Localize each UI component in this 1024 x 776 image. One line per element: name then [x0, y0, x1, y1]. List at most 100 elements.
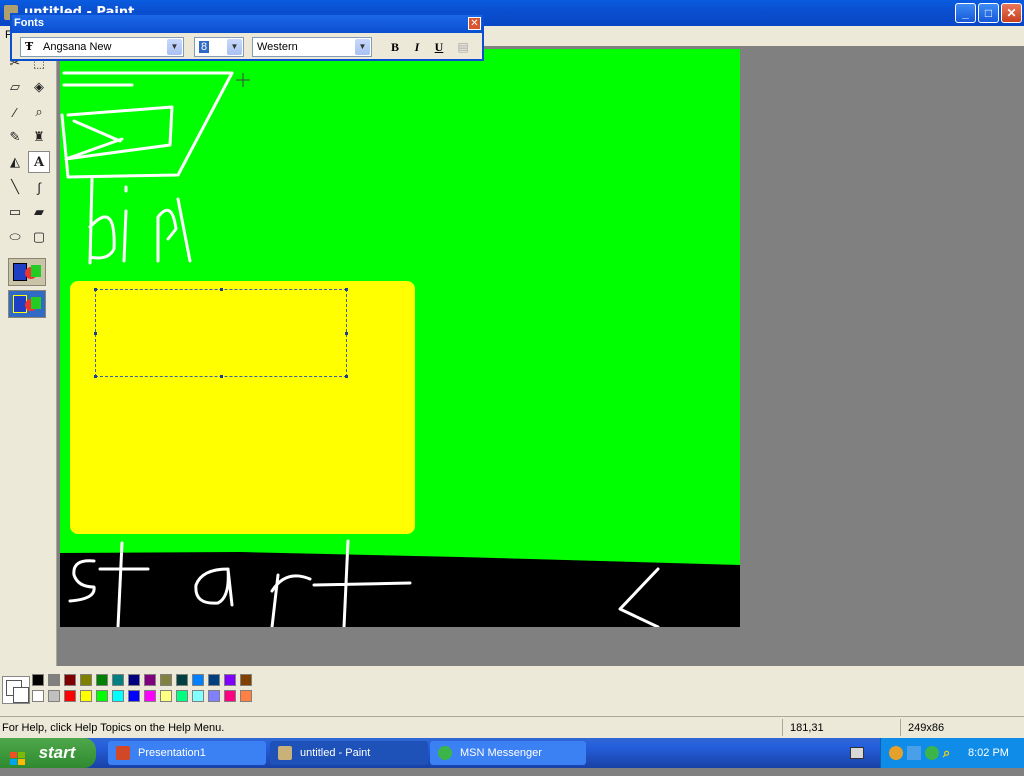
- fill-bucket-icon[interactable]: ◈: [28, 76, 50, 98]
- powerpoint-icon: [116, 746, 130, 760]
- recycle-bin-drawing: [60, 71, 234, 179]
- crosshair-cursor-icon: [236, 73, 250, 87]
- font-name-value: Angsana New: [43, 41, 112, 53]
- color-picker-icon[interactable]: ⁄: [4, 101, 26, 123]
- task-presentation1[interactable]: Presentation1: [108, 741, 266, 765]
- drawing-canvas[interactable]: [60, 49, 740, 627]
- bold-button[interactable]: B: [386, 39, 404, 55]
- status-coordinates: 181,31: [790, 722, 824, 734]
- polygon-icon[interactable]: ▰: [28, 201, 50, 223]
- color-swatch[interactable]: [64, 674, 76, 686]
- task-label: untitled - Paint: [300, 747, 371, 759]
- underline-button[interactable]: U: [430, 39, 448, 55]
- magnifier-icon[interactable]: ⌕: [28, 101, 50, 123]
- color-swatch[interactable]: [64, 690, 76, 702]
- color-swatch[interactable]: [240, 674, 252, 686]
- script-select[interactable]: Western ▼: [252, 37, 372, 57]
- paint-icon: [278, 746, 292, 760]
- search-icon[interactable]: ⌕: [943, 746, 957, 760]
- italic-button[interactable]: I: [408, 39, 426, 55]
- transparent-background-option[interactable]: [8, 290, 46, 318]
- color-swatch[interactable]: [144, 674, 156, 686]
- resize-handle[interactable]: [220, 375, 223, 378]
- resize-handle[interactable]: [220, 288, 223, 291]
- color-swatch[interactable]: [80, 674, 92, 686]
- font-size-select[interactable]: 8 ▼: [194, 37, 244, 57]
- resize-handle[interactable]: [345, 375, 348, 378]
- minimize-button[interactable]: _: [955, 3, 976, 23]
- resize-handle[interactable]: [94, 288, 97, 291]
- color-swatch[interactable]: [224, 674, 236, 686]
- status-selection-size: 249x86: [908, 722, 945, 734]
- rectangle-icon[interactable]: ▭: [4, 201, 26, 223]
- keyboard-icon[interactable]: [850, 747, 864, 759]
- font-size-value: 8: [199, 41, 210, 53]
- color-swatch[interactable]: [96, 690, 108, 702]
- color-swatch[interactable]: [48, 674, 60, 686]
- chevron-down-icon[interactable]: ▼: [227, 39, 242, 55]
- color-swatch[interactable]: [208, 690, 220, 702]
- color-swatch[interactable]: [192, 674, 204, 686]
- pencil-icon[interactable]: ✎: [4, 126, 26, 148]
- color-swatch[interactable]: [96, 674, 108, 686]
- curve-icon[interactable]: ∫: [28, 176, 50, 198]
- airbrush-icon[interactable]: ◭: [4, 151, 26, 173]
- resize-handle[interactable]: [345, 332, 348, 335]
- color-swatch[interactable]: [128, 690, 140, 702]
- fonts-close-button[interactable]: ✕: [468, 17, 481, 30]
- msn-tray-icon[interactable]: [925, 746, 939, 760]
- task-msn-messenger[interactable]: MSN Messenger: [430, 741, 586, 765]
- start-button[interactable]: start: [0, 738, 96, 768]
- network-icon[interactable]: [907, 746, 921, 760]
- chevron-down-icon[interactable]: ▼: [167, 39, 182, 55]
- color-swatch[interactable]: [240, 690, 252, 702]
- resize-handle[interactable]: [94, 375, 97, 378]
- truetype-icon: Ŧ: [25, 40, 34, 53]
- windows-logo-icon: [10, 746, 26, 765]
- color-swatch[interactable]: [160, 690, 172, 702]
- color-swatch[interactable]: [176, 690, 188, 702]
- resize-handle[interactable]: [345, 288, 348, 291]
- color-swatch[interactable]: [112, 674, 124, 686]
- rounded-rect-icon[interactable]: ▢: [28, 226, 50, 248]
- color-swatch[interactable]: [32, 674, 44, 686]
- color-swatch[interactable]: [48, 690, 60, 702]
- close-button[interactable]: ✕: [1001, 3, 1022, 23]
- ellipse-icon[interactable]: ⬭: [4, 226, 26, 248]
- task-label: MSN Messenger: [460, 747, 542, 759]
- current-colors[interactable]: [2, 676, 30, 704]
- eraser-icon[interactable]: ▱: [4, 76, 26, 98]
- color-swatch[interactable]: [112, 690, 124, 702]
- task-paint[interactable]: untitled - Paint: [270, 741, 428, 765]
- vertical-text-icon[interactable]: ▤: [454, 39, 472, 55]
- fonts-toolbar: Fonts ✕ Ŧ Angsana New ▼ 8 ▼ Western ▼ B …: [10, 13, 484, 61]
- resize-handle[interactable]: [94, 332, 97, 335]
- msn-messenger-icon: [438, 746, 452, 760]
- task-label: Presentation1: [138, 747, 206, 759]
- color-swatch[interactable]: [32, 690, 44, 702]
- text-selection-box[interactable]: [94, 288, 348, 378]
- fonts-title-bar[interactable]: Fonts ✕: [12, 15, 482, 33]
- color-swatch[interactable]: [176, 674, 188, 686]
- color-swatch[interactable]: [208, 674, 220, 686]
- chevron-down-icon[interactable]: ▼: [355, 39, 370, 55]
- color-swatch[interactable]: [80, 690, 92, 702]
- script-value: Western: [257, 41, 298, 53]
- start-label: start: [38, 743, 76, 762]
- bin-letters: [88, 177, 192, 265]
- tray-app-icon[interactable]: [889, 746, 903, 760]
- brush-icon[interactable]: ♜: [28, 126, 50, 148]
- opaque-background-option[interactable]: [8, 258, 46, 286]
- line-icon[interactable]: ╲: [4, 176, 26, 198]
- color-swatch[interactable]: [192, 690, 204, 702]
- color-swatch[interactable]: [128, 674, 140, 686]
- color-swatch[interactable]: [224, 690, 236, 702]
- color-swatch[interactable]: [160, 674, 172, 686]
- clock: 8:02 PM: [968, 747, 1009, 759]
- font-name-select[interactable]: Ŧ Angsana New ▼: [20, 37, 184, 57]
- color-swatch[interactable]: [144, 690, 156, 702]
- text-tool-icon[interactable]: A: [28, 151, 50, 173]
- maximize-button[interactable]: □: [978, 3, 999, 23]
- fonts-title: Fonts: [14, 17, 44, 29]
- status-help-text: For Help, click Help Topics on the Help …: [2, 722, 225, 734]
